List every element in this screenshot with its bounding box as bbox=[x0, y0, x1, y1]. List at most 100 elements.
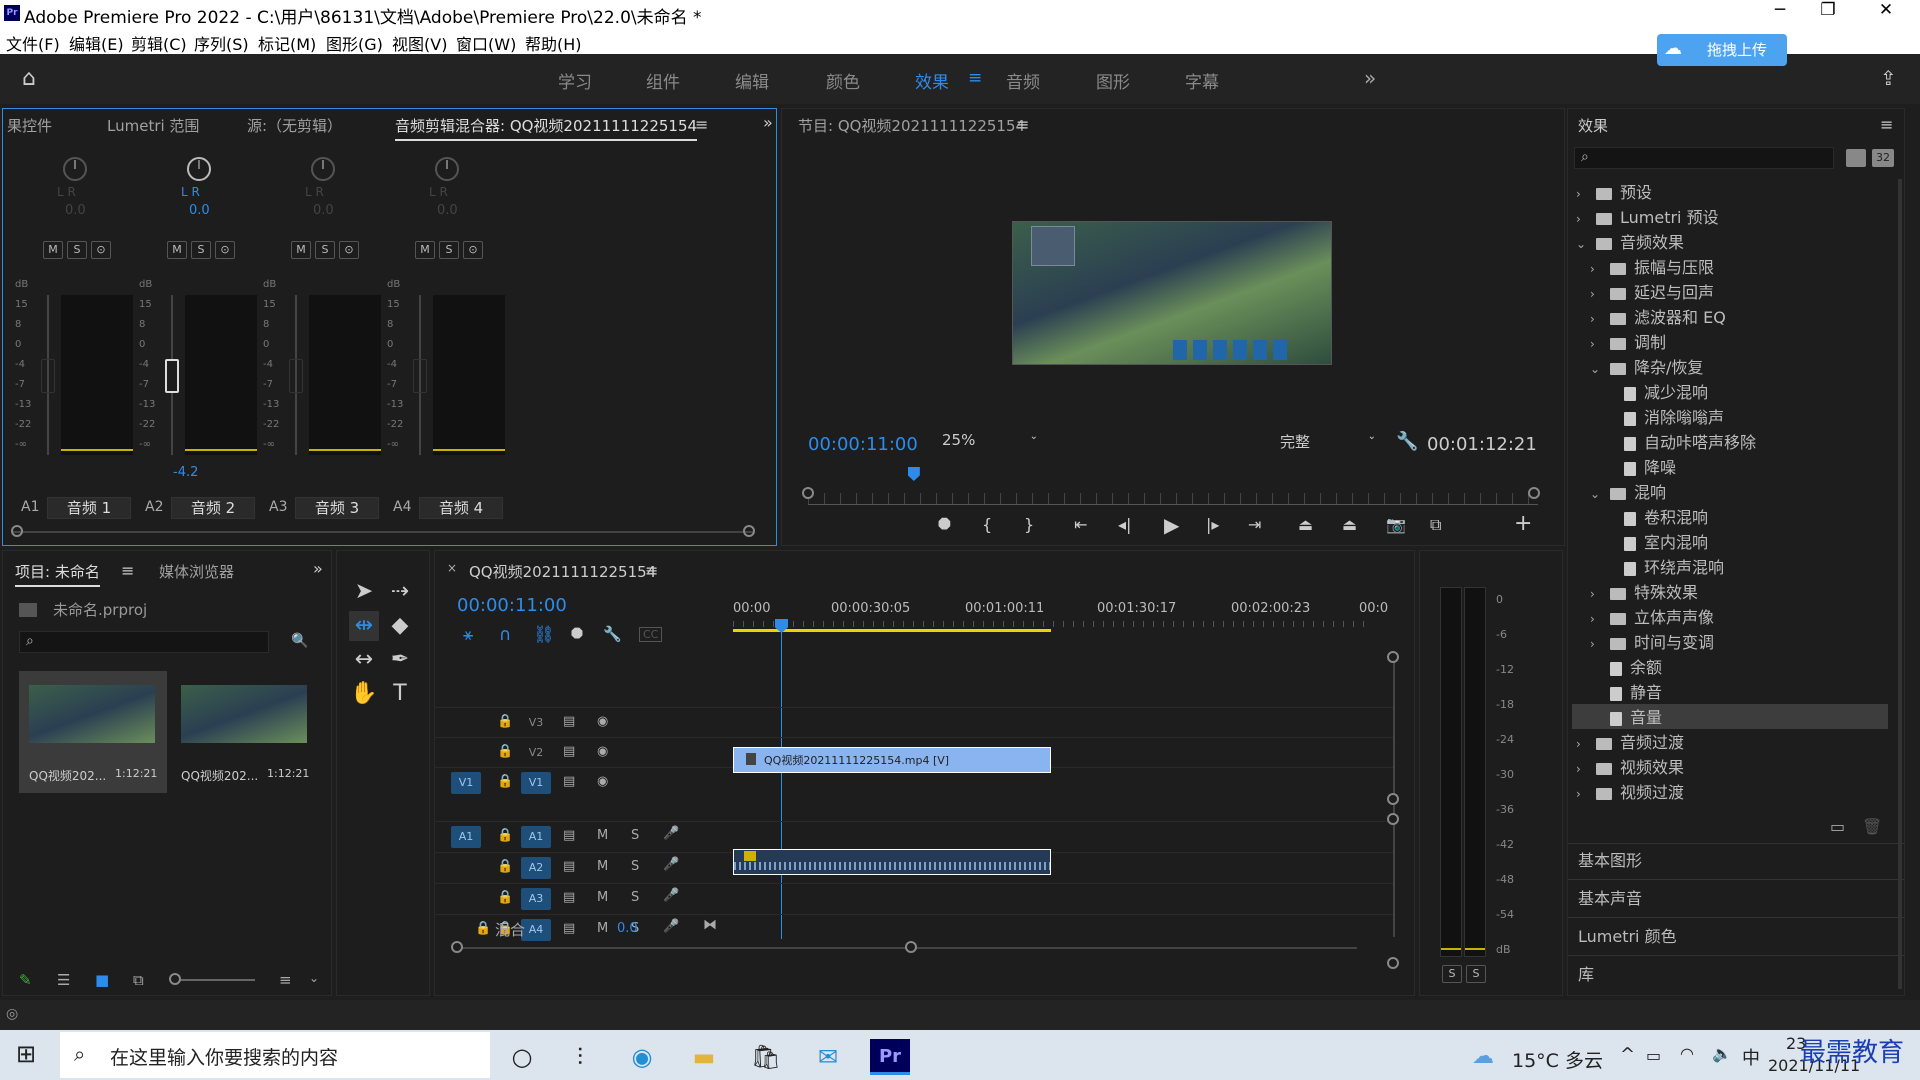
go-to-out-icon[interactable]: ⇥ bbox=[1248, 515, 1261, 534]
solo-button[interactable]: S bbox=[191, 241, 211, 259]
channel-name[interactable]: 音频 4 bbox=[419, 497, 503, 519]
mail-icon[interactable]: ✉ bbox=[806, 1037, 850, 1077]
chevron-down-icon[interactable]: ⌄ bbox=[1590, 487, 1604, 501]
program-playhead[interactable] bbox=[907, 467, 920, 481]
menu-graphics[interactable]: 图形(G) bbox=[326, 31, 383, 55]
track-target[interactable]: A4 bbox=[521, 919, 551, 941]
workspace-tab-effects[interactable]: 效果 bbox=[915, 68, 949, 93]
pan-knob[interactable] bbox=[311, 157, 335, 181]
effect-item[interactable]: 消除嗡嗡声 bbox=[1572, 404, 1888, 429]
sync-lock-icon[interactable]: ▤ bbox=[563, 714, 575, 729]
menu-view[interactable]: 视图(V) bbox=[392, 31, 447, 55]
microphone-icon[interactable]: 🎤 bbox=[663, 826, 679, 841]
panel-overflow-icon[interactable]: » bbox=[763, 113, 773, 132]
project-search-input[interactable]: ⌕ bbox=[19, 631, 269, 653]
selection-tool-icon[interactable]: ➤ bbox=[349, 577, 379, 607]
mark-in-icon[interactable]: { bbox=[982, 515, 992, 534]
pan-value[interactable]: 0.0 bbox=[65, 203, 86, 218]
pan-knob[interactable] bbox=[63, 157, 87, 181]
icon-view-icon[interactable]: ■ bbox=[95, 971, 109, 989]
track-target[interactable]: A2 bbox=[521, 857, 551, 879]
program-timecode[interactable]: 00:00:11:00 bbox=[808, 434, 918, 455]
v-scroll-handle[interactable] bbox=[1387, 813, 1399, 825]
share-icon[interactable]: ⇪ bbox=[1880, 66, 1897, 90]
chevron-right-icon[interactable]: › bbox=[1590, 312, 1604, 326]
chevron-right-icon[interactable]: › bbox=[1590, 287, 1604, 301]
chevron-down-icon[interactable]: ⌄ bbox=[309, 971, 319, 985]
scrub-start-handle[interactable] bbox=[802, 487, 814, 499]
section-libraries[interactable]: 库 bbox=[1578, 961, 1594, 985]
section-lumetri-color[interactable]: Lumetri 颜色 bbox=[1578, 923, 1677, 947]
effect-folder[interactable]: › 视频过渡 bbox=[1572, 779, 1888, 804]
close-button[interactable]: ✕ bbox=[1866, 0, 1906, 20]
microphone-icon[interactable]: 🎤 bbox=[663, 919, 679, 934]
effect-item[interactable]: 自动咔嗒声移除 bbox=[1572, 429, 1888, 454]
pan-knob[interactable] bbox=[435, 157, 459, 181]
record-button[interactable]: ⊙ bbox=[215, 241, 235, 259]
track-select-tool-icon[interactable]: ⇢ bbox=[385, 577, 415, 607]
find-icon[interactable]: 🔍 bbox=[291, 633, 308, 649]
program-monitor-title[interactable]: 节目: QQ视频20211111225154 bbox=[798, 115, 1025, 136]
tab-source[interactable]: 源:（无剪辑） bbox=[247, 115, 342, 136]
menu-sequence[interactable]: 序列(S) bbox=[194, 31, 249, 55]
fader-handle[interactable] bbox=[165, 359, 179, 393]
workspace-tab-audio[interactable]: 音频 bbox=[1006, 68, 1040, 93]
export-frame-icon[interactable]: 📷 bbox=[1386, 515, 1406, 534]
v-scroll-handle[interactable] bbox=[1387, 651, 1399, 663]
effect-item[interactable]: 卷积混响 bbox=[1572, 504, 1888, 529]
effects-scrollbar[interactable] bbox=[1898, 179, 1902, 989]
effect-folder[interactable]: › 音频过渡 bbox=[1572, 729, 1888, 754]
accelerated-effects-icon[interactable] bbox=[1846, 149, 1866, 167]
effect-folder[interactable]: › Lumetri 预设 bbox=[1572, 204, 1888, 229]
effect-item[interactable]: 余额 bbox=[1572, 654, 1888, 679]
tab-audio-clip-mixer[interactable]: 音频剪辑混合器: QQ视频20211111225154 bbox=[395, 115, 698, 141]
effect-folder[interactable]: ⌄ 音频效果 bbox=[1572, 229, 1888, 254]
extract-icon[interactable]: ⏏ bbox=[1342, 515, 1357, 534]
mute-button[interactable]: M bbox=[597, 921, 608, 936]
taskbar-search[interactable]: ⌕ 在这里输入你要搜索的内容 bbox=[60, 1032, 490, 1078]
mute-button[interactable]: M bbox=[167, 241, 187, 259]
pan-value[interactable]: 0.0 bbox=[189, 203, 210, 218]
workspace-tab-editing[interactable]: 编辑 bbox=[735, 68, 769, 93]
pencil-icon[interactable]: ✎ bbox=[19, 971, 32, 989]
effect-folder[interactable]: › 振幅与压限 bbox=[1572, 254, 1888, 279]
channel-name[interactable]: 音频 3 bbox=[295, 497, 379, 519]
scroll-end-handle[interactable] bbox=[905, 941, 917, 953]
slip-tool-icon[interactable]: ↔ bbox=[349, 645, 379, 675]
section-essential-graphics[interactable]: 基本图形 bbox=[1578, 847, 1642, 871]
menu-edit[interactable]: 编辑(E) bbox=[69, 31, 124, 55]
effect-item[interactable]: 降噪 bbox=[1572, 454, 1888, 479]
pan-value[interactable]: 0.0 bbox=[313, 203, 334, 218]
solo-right-button[interactable]: S bbox=[1466, 965, 1486, 983]
fader-handle[interactable] bbox=[413, 359, 427, 393]
effect-folder[interactable]: › 视频效果 bbox=[1572, 754, 1888, 779]
sync-lock-icon[interactable]: ▤ bbox=[563, 828, 575, 843]
solo-button[interactable]: S bbox=[631, 859, 639, 874]
eye-icon[interactable]: ◉ bbox=[597, 774, 608, 789]
workspace-menu-icon[interactable]: ≡ bbox=[968, 68, 982, 88]
chevron-right-icon[interactable]: › bbox=[1576, 737, 1590, 751]
mute-button[interactable]: M bbox=[291, 241, 311, 259]
sync-lock-icon[interactable]: ▤ bbox=[563, 890, 575, 905]
snap-icon[interactable]: ∩ bbox=[499, 625, 511, 645]
workspace-tab-graphics[interactable]: 图形 bbox=[1096, 68, 1130, 93]
weather-text[interactable]: 15°C 多云 bbox=[1512, 1046, 1603, 1073]
pan-value[interactable]: 0.0 bbox=[437, 203, 458, 218]
v-scroll-handle[interactable] bbox=[1387, 793, 1399, 805]
effect-folder[interactable]: › 调制 bbox=[1572, 329, 1888, 354]
freeform-view-icon[interactable]: ⧉ bbox=[133, 971, 144, 989]
play-icon[interactable]: ▶ bbox=[1164, 513, 1179, 537]
new-bin-icon[interactable]: ▭ bbox=[1830, 817, 1845, 836]
add-marker-icon[interactable]: ⯃ bbox=[938, 515, 951, 535]
eye-icon[interactable]: ◉ bbox=[597, 744, 608, 759]
effect-item[interactable]: 环绕声混响 bbox=[1572, 554, 1888, 579]
chevron-right-icon[interactable]: › bbox=[1590, 587, 1604, 601]
pen-tool-icon[interactable]: ✒ bbox=[385, 645, 415, 675]
effect-folder[interactable]: ⌄ 混响 bbox=[1572, 479, 1888, 504]
mix-value[interactable]: 0.0 bbox=[617, 921, 638, 936]
project-item[interactable]: QQ视频202... 1:12:21 bbox=[171, 671, 319, 793]
lock-icon[interactable]: 🔒 bbox=[497, 774, 513, 789]
lock-icon[interactable]: 🔒 bbox=[497, 714, 513, 729]
effect-folder[interactable]: › 特殊效果 bbox=[1572, 579, 1888, 604]
zoom-slider[interactable] bbox=[175, 979, 255, 981]
